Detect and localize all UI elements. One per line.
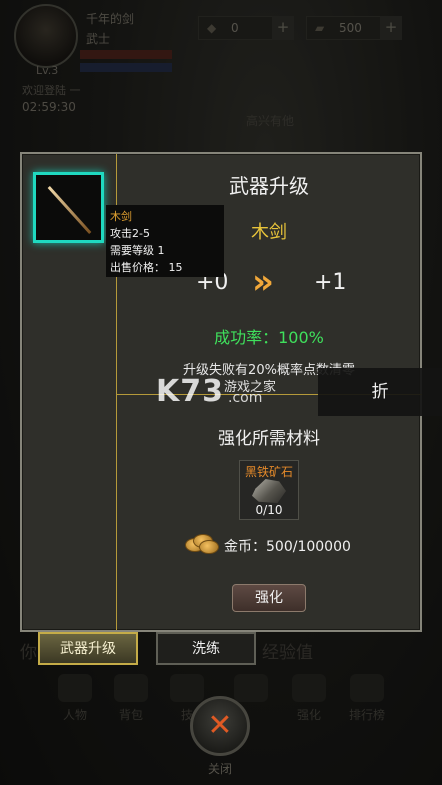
close-icon: ✕ (207, 708, 233, 743)
gold-cost: 金币：500/100000 (224, 539, 351, 555)
upgrade-arrows-icon: » (252, 262, 274, 302)
item-tooltip: 木剑 攻击2-5 需要等级 1 出售价格： 15 (106, 205, 224, 277)
upgrade-button[interactable]: 强化 (232, 584, 306, 612)
close-button[interactable]: ✕ (190, 696, 250, 756)
materials-title: 强化所需材料 (218, 429, 320, 449)
dialog-title: 武器升级 (229, 174, 309, 198)
level-to: +1 (314, 270, 347, 295)
close-label: 关闭 (207, 762, 232, 776)
material-count: 0/10 (255, 503, 283, 517)
tooltip-required-level: 需要等级 1 (110, 244, 165, 257)
iron-ore-icon (252, 479, 286, 503)
tooltip-attack: 攻击2-5 (110, 227, 150, 240)
watermark-logo: K73 (156, 374, 224, 409)
weapon-slot[interactable] (33, 172, 104, 243)
tab-weapon-upgrade[interactable]: 武器升级 (38, 632, 138, 665)
tab-refine[interactable]: 洗练 (156, 632, 256, 665)
watermark-domain: .com (228, 390, 263, 406)
side-tag[interactable]: 折 (318, 368, 442, 416)
tooltip-sell-price: 出售价格： 15 (110, 261, 183, 274)
wooden-sword-icon (47, 185, 92, 235)
material-name: 黑铁矿石 (244, 465, 293, 479)
coins-icon (185, 532, 219, 554)
tooltip-name: 木剑 (110, 210, 132, 223)
success-rate: 成功率：100% (214, 328, 324, 347)
material-slot[interactable]: 黑铁矿石 0/10 (239, 460, 299, 520)
